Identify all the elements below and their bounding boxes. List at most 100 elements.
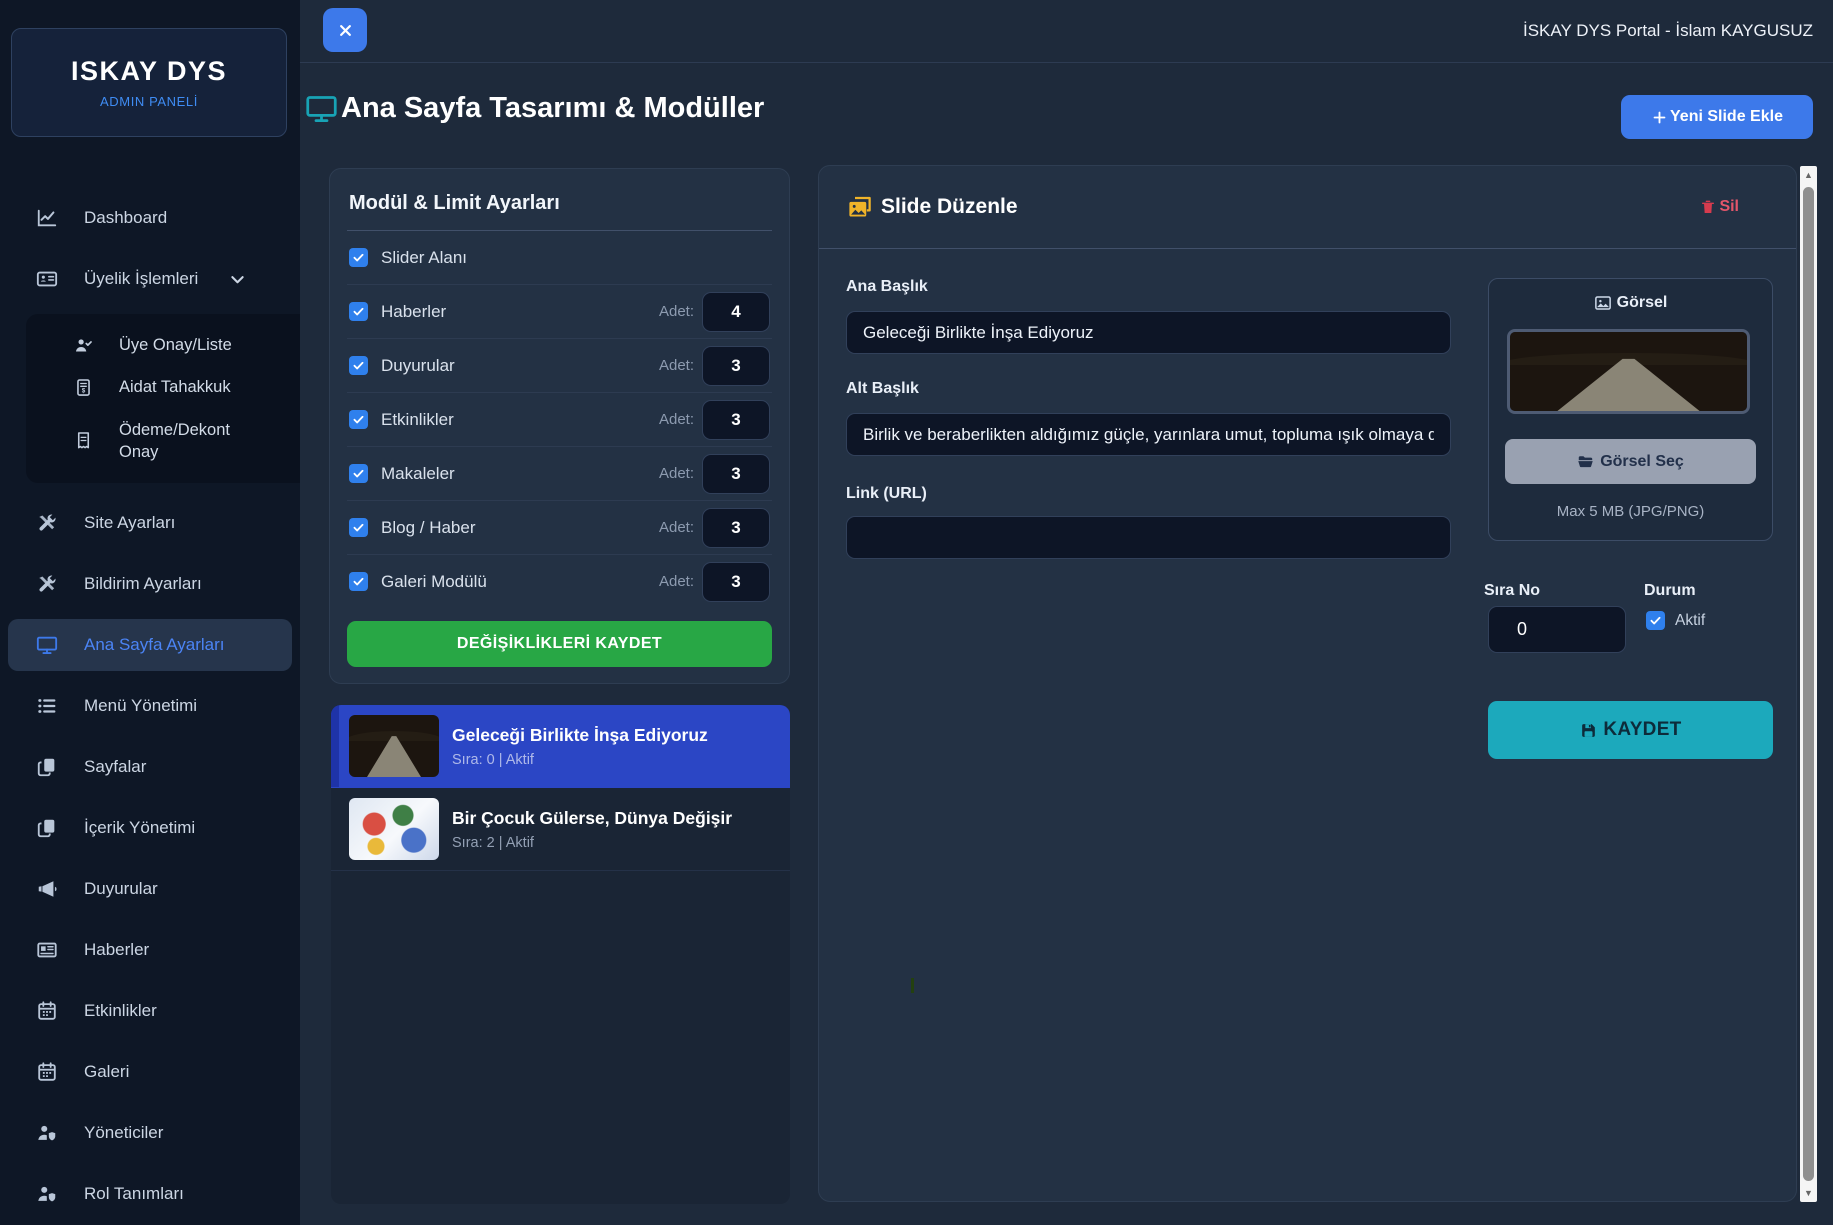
sidebar-item-bildirim-ayarlari[interactable]: Bildirim Ayarları (8, 558, 292, 610)
sidebar-item-uyelik-islemleri[interactable]: Üyelik İşlemleri (8, 253, 292, 305)
module-label: Galeri Modülü (381, 572, 659, 592)
sub-title-input[interactable] (846, 413, 1451, 456)
galeri-modulu-checkbox[interactable] (349, 572, 368, 591)
sidebar-item-haberler[interactable]: Haberler (8, 924, 292, 976)
slide-list-item[interactable]: Bir Çocuk Gülerse, Dünya Değişir Sıra: 2… (331, 788, 790, 871)
sidebar-item-sayfalar[interactable]: Sayfalar (8, 741, 292, 793)
logo-subtitle: ADMIN PANELİ (100, 94, 198, 109)
makaleler-checkbox[interactable] (349, 464, 368, 483)
slide-info: Bir Çocuk Gülerse, Dünya Değişir Sıra: 2… (452, 808, 732, 851)
slide-thumbnail-children (349, 798, 439, 860)
status-active-label: Aktif (1675, 612, 1705, 630)
sidebar-item-galeri[interactable]: Galeri (8, 1046, 292, 1098)
vertical-scrollbar[interactable]: ▲ ▼ (1800, 166, 1817, 1202)
sidebar-item-rol-tanimlari[interactable]: Rol Tanımları (8, 1168, 292, 1220)
user-shield-icon (36, 1183, 58, 1205)
slide-meta: Sıra: 0 | Aktif (452, 752, 708, 768)
adet-label: Adet: (659, 357, 694, 374)
duyurular-checkbox[interactable] (349, 356, 368, 375)
save-slide-button[interactable]: KAYDET (1488, 701, 1773, 759)
check-icon (352, 413, 365, 426)
sidebar-item-duyurular[interactable]: Duyurular (8, 863, 292, 915)
monitor-icon (305, 92, 338, 125)
duyurular-count-input[interactable] (702, 346, 770, 386)
portal-user-label: İSKAY DYS Portal - İslam KAYGUSUZ (1523, 0, 1813, 62)
module-label: Haberler (381, 302, 659, 322)
chart-line-icon (36, 207, 58, 229)
status-active-checkbox[interactable] (1646, 611, 1665, 630)
link-url-input[interactable] (846, 516, 1451, 559)
slide-editor-header: Slide Düzenle Sil (819, 166, 1796, 249)
main-title-input[interactable] (846, 311, 1451, 354)
sidebar-item-etkinlikler[interactable]: Etkinlikler (8, 985, 292, 1037)
image-size-hint: Max 5 MB (JPG/PNG) (1489, 503, 1772, 520)
scrollbar-thumb[interactable] (1803, 187, 1814, 1181)
sidebar-item-menu-yonetimi[interactable]: Menü Yönetimi (8, 680, 292, 732)
id-card-icon (36, 268, 58, 290)
sidebar-item-dashboard[interactable]: Dashboard (8, 192, 292, 244)
module-label: Makaleler (381, 464, 659, 484)
module-label: Blog / Haber (381, 518, 659, 538)
sidebar-item-ana-sayfa-ayarlari[interactable]: Ana Sayfa Ayarları (8, 619, 292, 671)
etkinlikler-checkbox[interactable] (349, 410, 368, 429)
scrollbar-up-arrow[interactable]: ▲ (1800, 168, 1817, 182)
sidebar-item-site-ayarlari[interactable]: Site Ayarları (8, 497, 292, 549)
modules-panel-title: Modül & Limit Ayarları (347, 189, 772, 231)
sidebar-item-label: İçerik Yönetimi (84, 817, 278, 839)
submenu-item-label: Üye Onay/Liste (119, 334, 232, 356)
sidebar-item-aidat-tahakkuk[interactable]: $ Aidat Tahakkuk (26, 366, 300, 408)
check-icon (1649, 614, 1662, 627)
sub-title-label: Alt Başlık (846, 380, 919, 398)
pages-icon (36, 817, 58, 839)
add-slide-button[interactable]: Yeni Slide Ekle (1621, 95, 1813, 139)
save-modules-button[interactable]: DEĞİŞİKLİKLERİ KAYDET (347, 621, 772, 667)
sidebar-item-label: Üyelik İşlemleri (84, 268, 202, 290)
svg-text:$: $ (82, 388, 86, 395)
check-icon (352, 359, 365, 372)
select-image-button[interactable]: Görsel Seç (1505, 439, 1756, 484)
slide-list-item[interactable]: Geleceği Birlikte İnşa Ediyoruz Sıra: 0 … (331, 705, 790, 788)
sidebar-submenu: Üye Onay/Liste $ Aidat Tahakkuk Ödeme/De… (26, 314, 300, 483)
module-label: Duyurular (381, 356, 659, 376)
haberler-count-input[interactable] (702, 292, 770, 332)
module-label: Etkinlikler (381, 410, 659, 430)
submenu-item-label: Aidat Tahakkuk (119, 376, 231, 398)
slide-thumbnail-road (349, 715, 439, 777)
haberler-checkbox[interactable] (349, 302, 368, 321)
delete-slide-button[interactable]: Sil (1694, 197, 1745, 217)
makaleler-count-input[interactable] (702, 454, 770, 494)
sidebar-item-label: Etkinlikler (84, 1000, 278, 1022)
slide-title: Geleceği Birlikte İnşa Ediyoruz (452, 725, 708, 746)
sidebar-item-label: Dashboard (84, 207, 278, 229)
sidebar-item-odeme-dekont-onay[interactable]: Ödeme/Dekont Onay (26, 409, 300, 474)
module-row-blog-haber: Blog / Haber Adet: (347, 501, 772, 555)
sidebar-item-uye-onay-liste[interactable]: Üye Onay/Liste (26, 324, 300, 366)
slide-title: Bir Çocuk Gülerse, Dünya Değişir (452, 808, 732, 829)
sidebar-item-yoneticiler[interactable]: Yöneticiler (8, 1107, 292, 1159)
order-number-label: Sıra No (1484, 582, 1540, 600)
blog-haber-checkbox[interactable] (349, 518, 368, 537)
calendar-icon (36, 1000, 58, 1022)
scrollbar-down-arrow[interactable]: ▼ (1800, 1186, 1817, 1200)
galeri-modulu-count-input[interactable] (702, 562, 770, 602)
image-icon (1594, 294, 1612, 312)
image-preview (1507, 329, 1750, 414)
slider-alani-checkbox[interactable] (349, 248, 368, 267)
receipt-icon (74, 431, 93, 450)
select-image-label: Görsel Seç (1600, 453, 1684, 471)
delete-slide-label: Sil (1719, 198, 1739, 216)
image-card-title: Görsel (1489, 294, 1772, 312)
slide-list: Geleceği Birlikte İnşa Ediyoruz Sıra: 0 … (331, 705, 790, 1204)
etkinlikler-count-input[interactable] (702, 400, 770, 440)
blog-haber-count-input[interactable] (702, 508, 770, 548)
module-row-duyurular: Duyurular Adet: (347, 339, 772, 393)
sidebar-menu: Dashboard Üyelik İşlemleri Üye Onay/List… (0, 192, 300, 1225)
sidebar-item-icerik-yonetimi[interactable]: İçerik Yönetimi (8, 802, 292, 854)
order-number-input[interactable] (1488, 606, 1626, 653)
logo-title: ISKAY DYS (71, 56, 227, 87)
image-card: Görsel Görsel Seç Max 5 MB (JPG/PNG) (1488, 278, 1773, 541)
sidebar-item-label: Yöneticiler (84, 1122, 278, 1144)
road-sunset-image (1510, 332, 1747, 411)
sidebar-close-button[interactable] (323, 8, 367, 52)
desktop-icon (36, 634, 58, 656)
